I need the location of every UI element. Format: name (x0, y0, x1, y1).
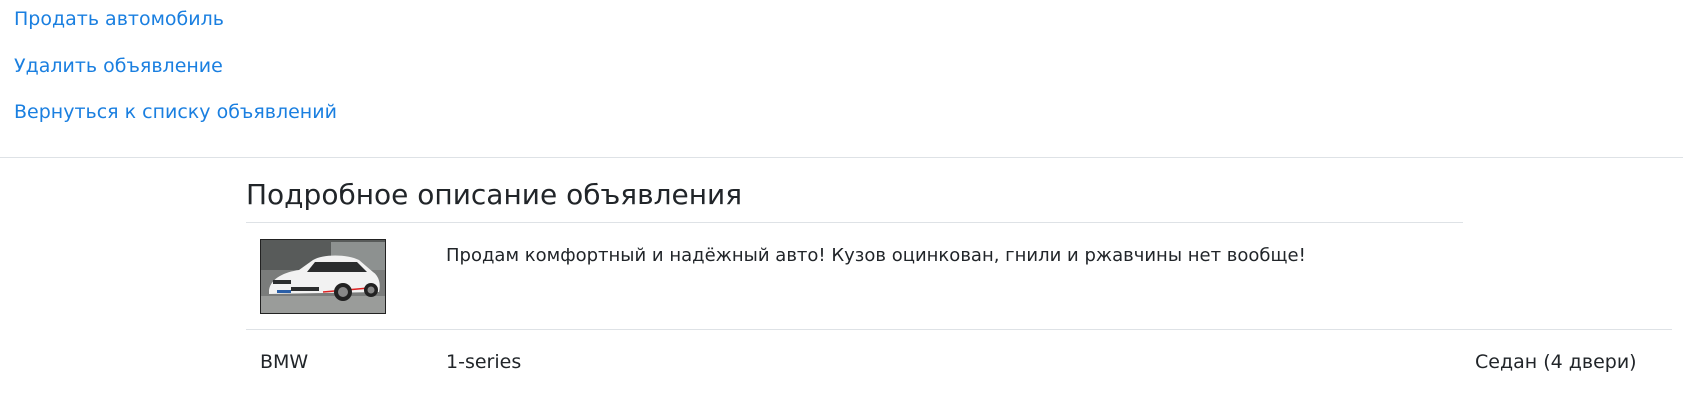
car-brand: BMW (260, 351, 309, 373)
delete-listing-link[interactable]: Удалить объявление (14, 55, 223, 77)
car-photo[interactable] (260, 239, 386, 314)
listing-description: Продам комфортный и надёжный авто! Кузов… (446, 245, 1306, 266)
page-title: Подробное описание объявления (246, 178, 743, 211)
back-to-list-link[interactable]: Вернуться к списку объявлений (14, 101, 337, 123)
car-body-type: Седан (4 двери) (1475, 351, 1637, 373)
car-model: 1-series (446, 351, 522, 373)
title-divider (246, 222, 1463, 223)
row-divider (246, 329, 1672, 330)
nav-links: Продать автомобиль Удалить объявление Ве… (0, 0, 1683, 158)
car-image-icon (261, 240, 385, 313)
sell-car-link[interactable]: Продать автомобиль (14, 8, 224, 30)
